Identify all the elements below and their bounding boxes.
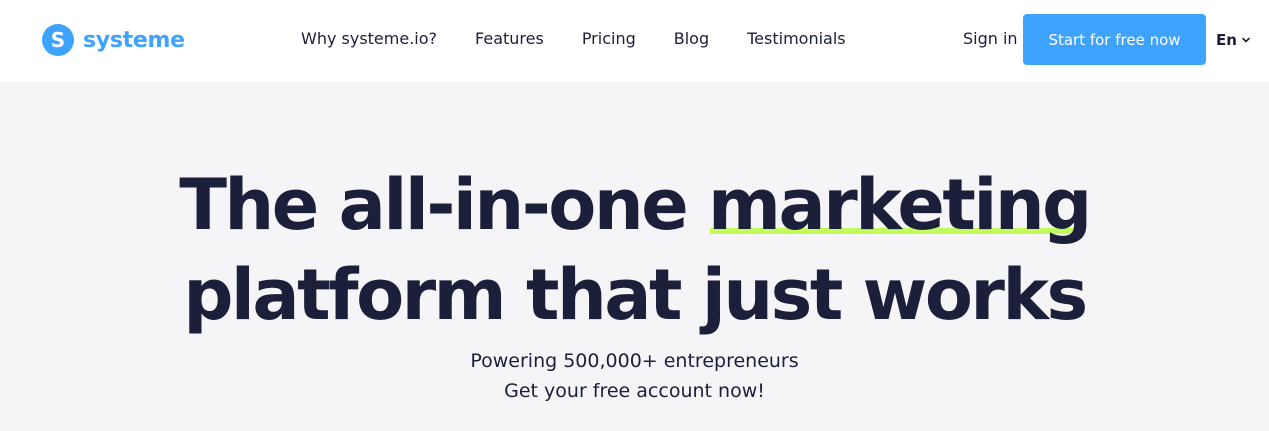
sign-in-link[interactable]: Sign in bbox=[963, 29, 1018, 48]
nav-link-features[interactable]: Features bbox=[475, 29, 544, 48]
hero-title-part2: platform that just works bbox=[183, 254, 1088, 336]
hero-subtitle-line2: Get your free account now! bbox=[504, 380, 765, 402]
logo-text: systeme bbox=[83, 27, 185, 53]
start-for-free-button[interactable]: Start for free now bbox=[1023, 14, 1206, 65]
logo-mark-icon: S bbox=[42, 24, 74, 56]
nav-link-blog[interactable]: Blog bbox=[674, 29, 709, 48]
language-selector[interactable]: En bbox=[1216, 31, 1251, 49]
hero-title-part1: The all-in-one bbox=[179, 164, 709, 246]
logo[interactable]: S systeme bbox=[42, 24, 185, 56]
hero-subtitle-line1: Powering 500,000+ entrepreneurs bbox=[470, 350, 799, 372]
hero-title: The all-in-one marketing platform that j… bbox=[0, 160, 1269, 340]
language-label: En bbox=[1216, 31, 1237, 49]
main-nav: Why systeme.io? Features Pricing Blog Te… bbox=[301, 29, 846, 48]
chevron-down-icon bbox=[1242, 37, 1250, 43]
hero-title-highlight: marketing bbox=[708, 160, 1092, 250]
nav-link-why-systeme[interactable]: Why systeme.io? bbox=[301, 29, 437, 48]
nav-link-testimonials[interactable]: Testimonials bbox=[747, 29, 846, 48]
site-header: S systeme Why systeme.io? Features Prici… bbox=[0, 0, 1269, 82]
nav-link-pricing[interactable]: Pricing bbox=[582, 29, 636, 48]
